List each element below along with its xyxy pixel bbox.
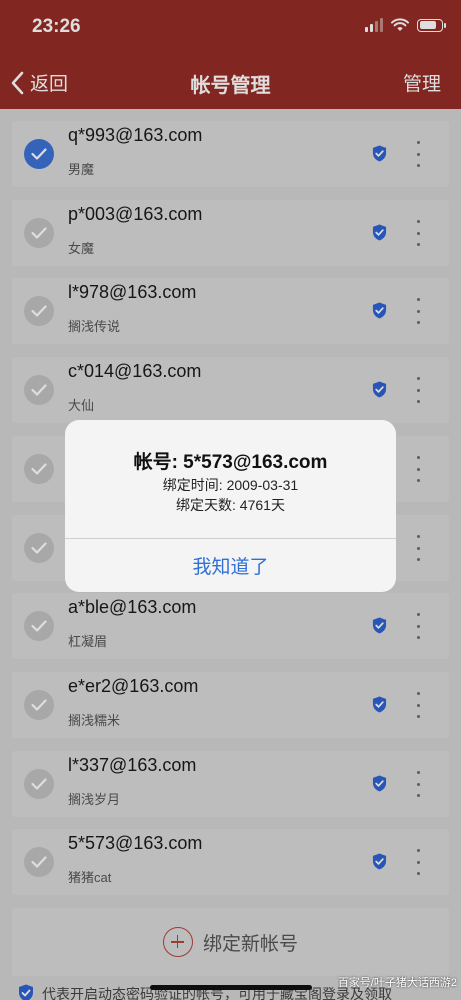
dialog-bind-days: 绑定天数: 4761天 — [176, 497, 285, 513]
account-info-dialog: 帐号: 5*573@163.com 绑定时间: 2009-03-31 绑定天数:… — [65, 420, 396, 592]
watermark: 百家号/叶子猪大话西游2 — [337, 977, 457, 989]
dialog-title: 帐号: 5*573@163.com — [133, 452, 328, 473]
dialog-bind-time: 绑定时间: 2009-03-31 — [162, 477, 299, 493]
dialog-confirm-button[interactable]: 我知道了 — [65, 539, 396, 592]
